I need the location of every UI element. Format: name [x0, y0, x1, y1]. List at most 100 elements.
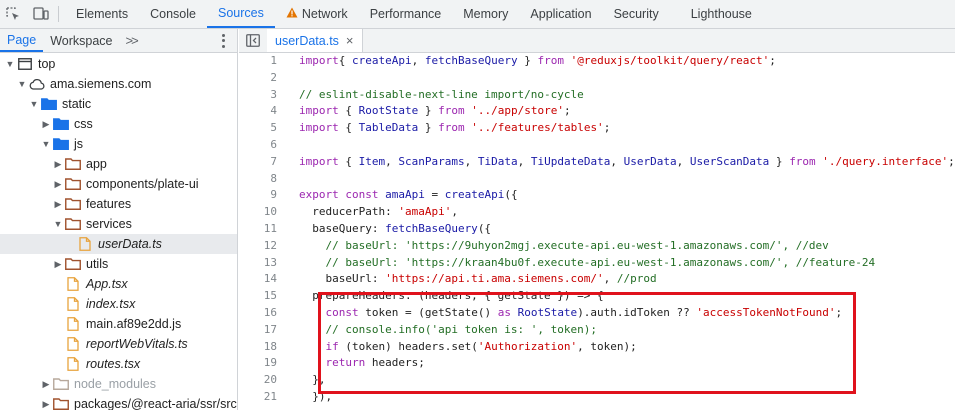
tree-folder-item[interactable]: ▶ app — [0, 154, 237, 174]
tab-sources[interactable]: Sources — [206, 0, 275, 28]
tree-item-label: services — [86, 217, 132, 231]
expand-arrow-right-icon[interactable]: ▶ — [52, 174, 64, 194]
navigator-tab-bar: Page Workspace >> — [0, 29, 237, 53]
tree-folder-item[interactable]: ▼ services — [0, 214, 237, 234]
tab-application[interactable]: Application — [519, 0, 602, 28]
tab-elements[interactable]: Elements — [65, 0, 139, 28]
line-number[interactable]: 18 — [239, 339, 281, 356]
tab-workspace[interactable]: Workspace — [43, 29, 119, 52]
warning-icon — [286, 7, 298, 21]
inspect-element-icon[interactable] — [0, 0, 27, 28]
toggle-navigator-icon[interactable] — [239, 29, 267, 52]
tree-file-item[interactable]: main.af89e2dd.js — [0, 314, 237, 334]
tree-folder-item[interactable]: ▼ ama.siemens.com — [0, 74, 237, 94]
tree-item-label: static — [62, 97, 92, 111]
tree-folder-item[interactable]: ▶ utils — [0, 254, 237, 274]
tab-page[interactable]: Page — [0, 29, 44, 52]
line-number[interactable]: 16 — [239, 305, 281, 322]
line-number[interactable]: 9 — [239, 187, 281, 204]
more-options-icon[interactable] — [219, 33, 227, 49]
tree-item-label: node_modules — [74, 377, 157, 391]
tree-file-item[interactable]: userData.ts — [0, 234, 237, 254]
file-icon — [76, 234, 94, 254]
expand-arrow-down-icon[interactable]: ▼ — [52, 214, 64, 234]
tree-folder-item[interactable]: ▶ css — [0, 114, 237, 134]
file-icon — [64, 314, 82, 334]
tree-file-item[interactable]: index.tsx — [0, 294, 237, 314]
line-number[interactable]: 4 — [239, 103, 281, 120]
expand-arrow-down-icon[interactable]: ▼ — [4, 54, 16, 74]
tab-console[interactable]: Console — [139, 0, 207, 28]
tree-item-label: userData.ts — [98, 237, 162, 251]
tab-memory[interactable]: Memory — [452, 0, 519, 28]
folder-icon — [64, 194, 82, 214]
expand-arrow-down-icon[interactable]: ▼ — [28, 94, 40, 114]
tree-folder-item[interactable]: ▼ static — [0, 94, 237, 114]
folder-icon — [64, 254, 82, 274]
tree-folder-item[interactable]: ▼ js — [0, 134, 237, 154]
line-number[interactable]: 12 — [239, 238, 281, 255]
tab-lighthouse[interactable]: Lighthouse — [680, 0, 763, 28]
expand-arrow-right-icon[interactable]: ▶ — [52, 154, 64, 174]
line-number[interactable]: 1 — [239, 53, 281, 70]
line-number[interactable]: 17 — [239, 322, 281, 339]
tree-item-label: main.af89e2dd.js — [86, 317, 182, 331]
code-line: reducerPath: 'amaApi', — [299, 205, 458, 219]
line-number[interactable]: 20 — [239, 372, 281, 389]
code-line: import { RootState } from '../app/store'… — [299, 104, 571, 118]
tree-file-item[interactable]: reportWebVitals.ts — [0, 334, 237, 354]
line-number[interactable]: 6 — [239, 137, 281, 154]
devtools-tab-bar: Elements Console Sources Network Perform… — [0, 0, 955, 29]
more-tabs-chevron-icon[interactable]: >> — [120, 29, 143, 52]
tree-item-label: js — [74, 137, 84, 151]
line-number[interactable]: 2 — [239, 70, 281, 87]
line-number[interactable]: 8 — [239, 171, 281, 188]
line-number[interactable]: 11 — [239, 221, 281, 238]
expand-arrow-right-icon[interactable]: ▶ — [40, 374, 52, 394]
tab-network[interactable]: Network — [275, 0, 359, 28]
line-number[interactable]: 10 — [239, 204, 281, 221]
tree-file-item[interactable]: routes.tsx — [0, 354, 237, 374]
folder-icon — [52, 374, 70, 394]
tree-folder-item[interactable]: ▼ top — [0, 54, 237, 74]
line-number[interactable]: 3 — [239, 87, 281, 104]
expand-arrow-down-icon[interactable]: ▼ — [16, 74, 28, 94]
expand-arrow-down-icon[interactable]: ▼ — [40, 134, 52, 154]
line-number[interactable]: 15 — [239, 288, 281, 305]
frame-icon — [16, 54, 34, 74]
expand-arrow-right-icon[interactable]: ▶ — [52, 254, 64, 274]
tree-folder-item[interactable]: ▶ packages/@react-aria/ssr/src — [0, 394, 237, 410]
editor-file-tab-label: userData.ts — [275, 33, 339, 48]
tab-performance[interactable]: Performance — [359, 0, 453, 28]
editor-file-tab[interactable]: userData.ts × — [267, 29, 363, 52]
line-number[interactable]: 21 — [239, 389, 281, 406]
line-number-gutter: 1 2 3 4 5 6 7 8 9 10 11 12 13 14 15 16 17 18 19 20 21 — [239, 53, 281, 406]
tree-folder-item[interactable]: ▶ features — [0, 194, 237, 214]
file-icon — [64, 354, 82, 374]
tree-file-item[interactable]: App.tsx — [0, 274, 237, 294]
line-number[interactable]: 13 — [239, 255, 281, 272]
expand-arrow-right-icon[interactable]: ▶ — [52, 194, 64, 214]
tab-network-label: Network — [301, 7, 348, 21]
line-number[interactable]: 7 — [239, 154, 281, 171]
close-tab-icon[interactable]: × — [346, 33, 354, 48]
tree-folder-item[interactable]: ▶ node_modules — [0, 374, 237, 394]
expand-arrow-right-icon[interactable]: ▶ — [40, 394, 52, 410]
code-line: baseQuery: fetchBaseQuery({ — [299, 221, 492, 235]
line-number[interactable]: 14 — [239, 271, 281, 288]
expand-arrow-right-icon[interactable]: ▶ — [40, 114, 52, 134]
tab-security[interactable]: Security — [603, 0, 670, 28]
sources-navigator: Page Workspace >> ▼ top ▼ ama.siemens.com ▼ s… — [0, 29, 238, 410]
code-line: // baseUrl: 'https://kraan4bu0f.execute-… — [299, 255, 876, 269]
line-number[interactable]: 19 — [239, 355, 281, 372]
tree-folder-item[interactable]: ▶ components/plate-ui — [0, 174, 237, 194]
tree-item-label: css — [74, 117, 93, 131]
line-number[interactable]: 5 — [239, 120, 281, 137]
annotation-highlight-box — [318, 292, 856, 394]
code-line: baseUrl: 'https://api.ti.ama.siemens.com… — [299, 272, 657, 286]
device-toolbar-icon[interactable] — [27, 0, 54, 28]
